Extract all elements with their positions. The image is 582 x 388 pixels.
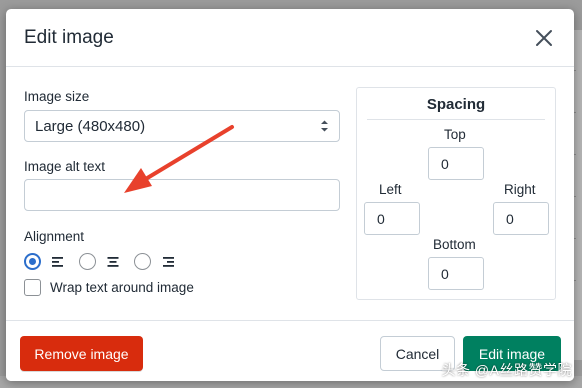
watermark-text: 头条 @A丝路赞学院 xyxy=(441,362,572,378)
dialog-title: Edit image xyxy=(24,26,114,48)
close-icon[interactable] xyxy=(532,26,556,50)
remove-image-button[interactable]: Remove image xyxy=(20,336,143,371)
dialog-body: Image size Large (480x480) Image alt tex… xyxy=(6,67,574,320)
dialog-header: Edit image xyxy=(6,9,574,67)
edit-image-dialog: Edit image Image size Large (480x480) Im… xyxy=(6,9,574,381)
annotation-arrow-icon xyxy=(124,125,234,193)
